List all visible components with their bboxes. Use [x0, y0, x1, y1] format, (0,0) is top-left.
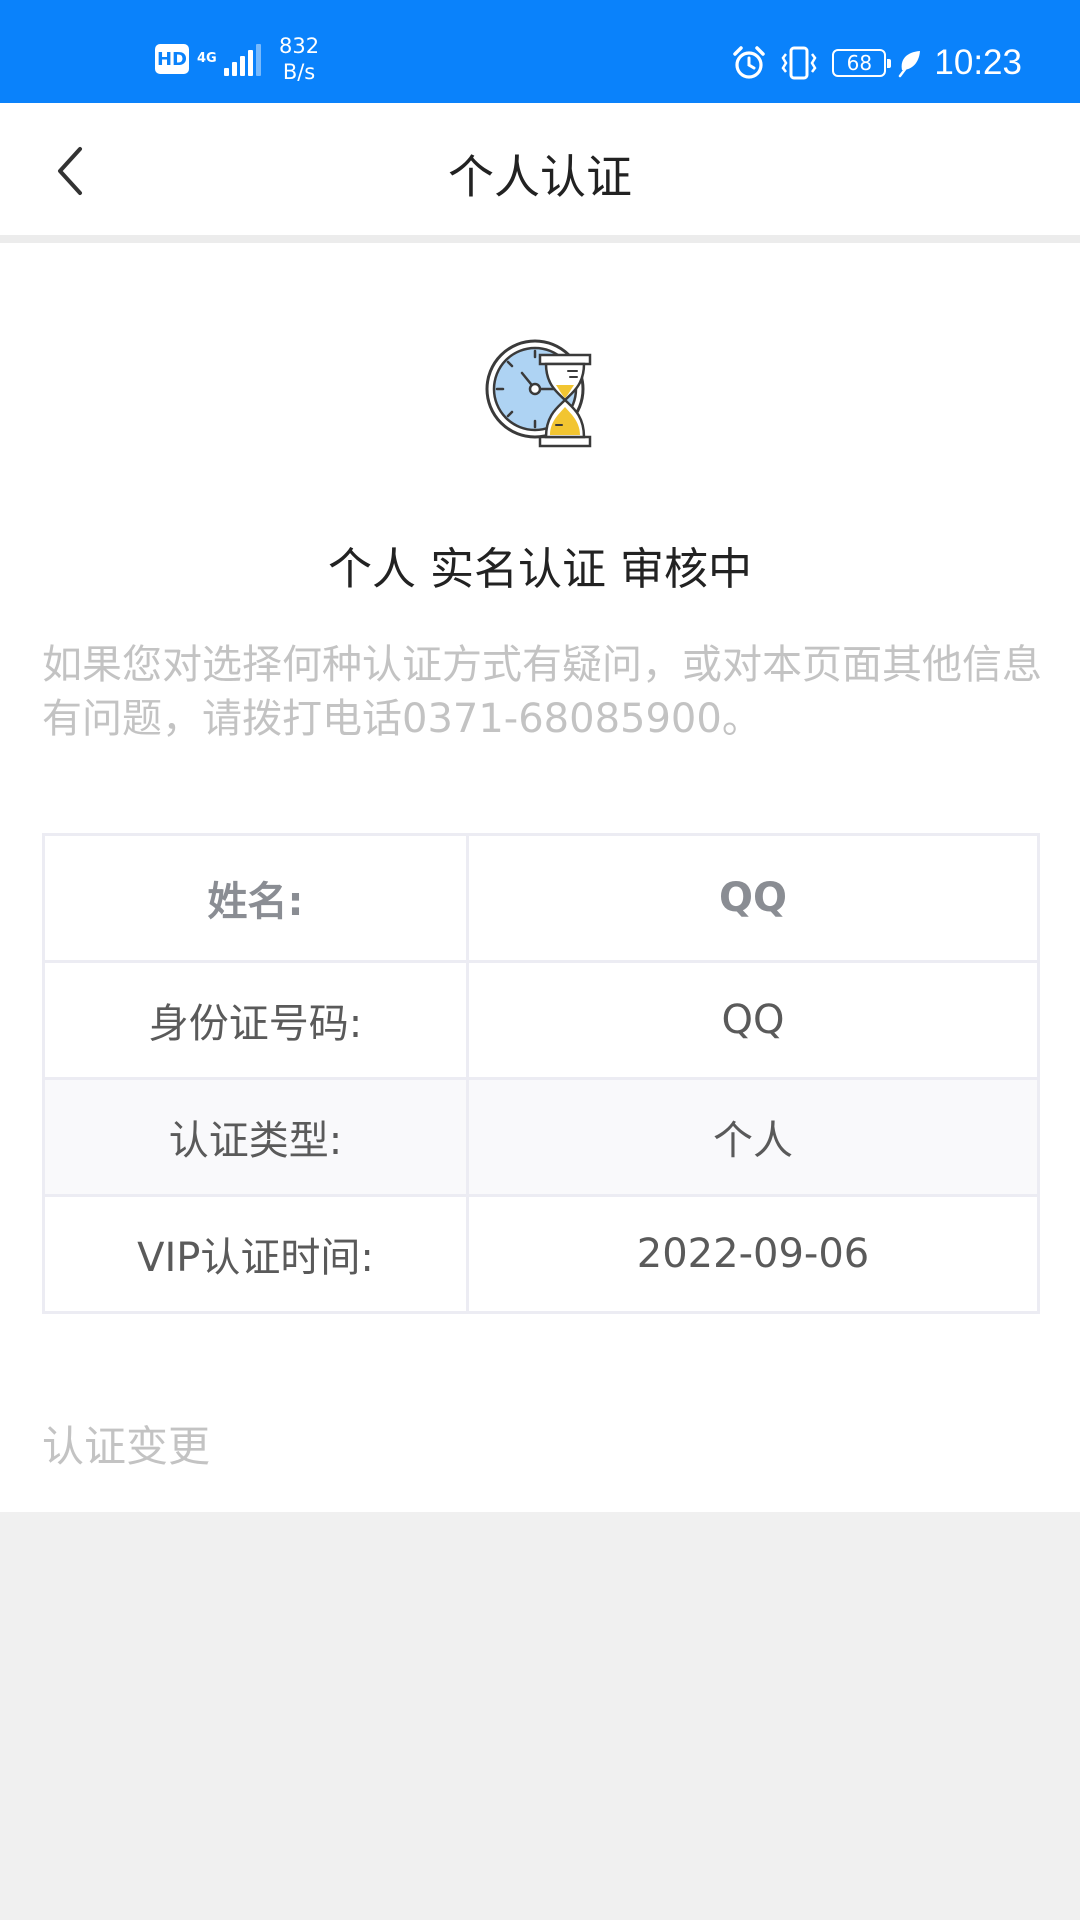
status-bar: HD 4G 832 B/s 68 10:23 [0, 0, 1080, 103]
id-number-value: QQ [466, 960, 1040, 1080]
table-row: 认证类型: 个人 [42, 1077, 1040, 1197]
audit-status-title: 个人 实名认证 审核中 [328, 544, 752, 595]
network-speed: 832 B/s [279, 33, 319, 85]
battery-icon: 68 [832, 49, 892, 77]
page-title: 个人认证 [448, 150, 632, 204]
leaf-icon [899, 51, 921, 78]
table-row: VIP认证时间: 2022-09-06 [42, 1194, 1040, 1314]
alarm-icon [733, 46, 766, 79]
signal-strength-icon [221, 42, 261, 76]
vip-verification-time-value: 2022-09-06 [466, 1194, 1040, 1314]
main-content: 个人 实名认证 审核中 如果您对选择何种认证方式有疑问，或对本页面其他信息有问题… [0, 243, 1080, 1512]
name-value: QQ [466, 833, 1040, 963]
hd-badge: HD [155, 44, 189, 74]
battery-level: 68 [846, 51, 873, 75]
status-right: 68 10:23 [720, 38, 1022, 88]
table-row: 身份证号码: QQ [42, 960, 1040, 1080]
id-number-label: 身份证号码: [42, 960, 469, 1080]
status-time: 10:23 [934, 43, 1022, 82]
network-type-label: 4G [197, 51, 217, 66]
verification-type-value: 个人 [466, 1077, 1040, 1197]
vip-verification-time-label: VIP认证时间: [42, 1194, 469, 1314]
network-type: 4G [197, 52, 219, 66]
network-speed-unit: B/s [282, 60, 316, 84]
nav-divider [0, 235, 1080, 243]
verification-type-label: 认证类型: [42, 1077, 469, 1197]
network-speed-value: 832 [279, 34, 320, 58]
clock-hourglass-icon [485, 339, 592, 448]
change-verification-link[interactable]: 认证变更 [42, 1413, 210, 1474]
table-row: 姓名: QQ [42, 833, 1040, 963]
verification-info-table: 姓名: QQ 身份证号码: QQ 认证类型: 个人 VIP认证时间: 2022-… [42, 833, 1040, 1314]
name-label: 姓名: [42, 833, 469, 963]
status-left: HD 4G 832 B/s [155, 34, 319, 84]
contact-hint: 如果您对选择何种认证方式有疑问，或对本页面其他信息有问题，请拨打电话0371-6… [42, 642, 1042, 742]
vibrate-icon [781, 46, 817, 80]
nav-bar: 个人认证 [0, 103, 1080, 235]
